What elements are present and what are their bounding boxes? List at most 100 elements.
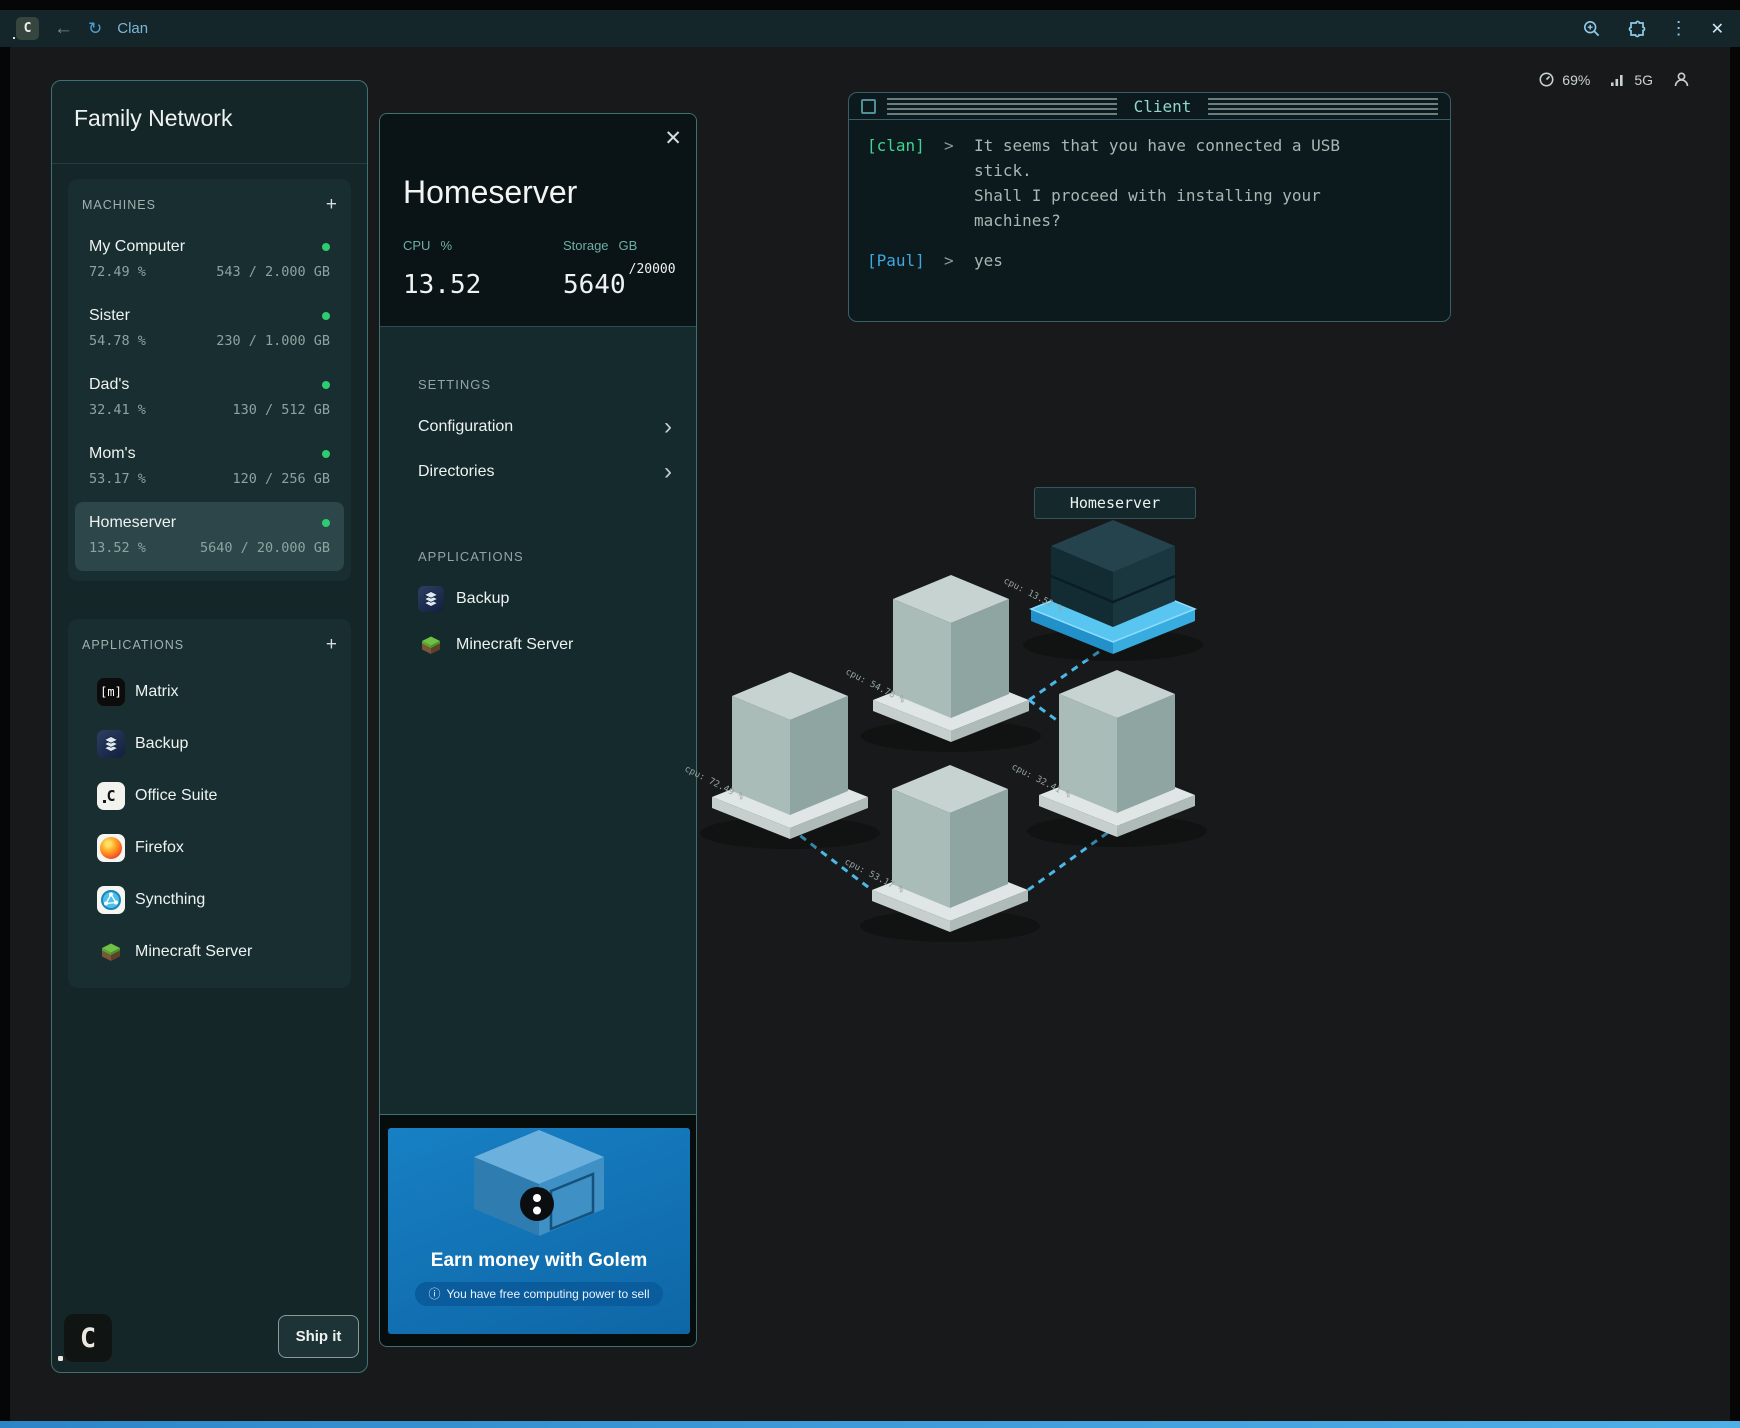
terminal-prompt <box>944 183 974 208</box>
window-close-icon[interactable]: ✕ <box>1711 19 1724 39</box>
terminal-prompt <box>944 208 974 233</box>
terminal-prompt: > <box>944 133 974 158</box>
machines-list: My Computer 72.49 % 543 / 2.000 GB Siste… <box>68 222 351 571</box>
terminal-prompt <box>944 158 974 183</box>
machine-storage: 130 / 512 GB <box>232 402 330 418</box>
machine-name: Dad's <box>89 376 129 394</box>
online-status-dot <box>322 450 330 458</box>
cpu-value: 13.52 <box>403 262 481 300</box>
window-accent-strip <box>0 1421 1740 1428</box>
detail-title: Homeserver <box>403 174 577 211</box>
signal-bars-icon <box>1610 72 1627 87</box>
machine-cpu: 53.17 % <box>89 471 146 487</box>
application-row[interactable]: [m] Matrix <box>75 666 344 718</box>
diagram-tooltip: Homeserver <box>1034 487 1196 519</box>
divider <box>52 163 367 164</box>
machine-row[interactable]: Sister 54.78 % 230 / 1.000 GB <box>75 295 344 364</box>
close-icon[interactable]: ✕ <box>664 126 682 151</box>
cpu-label: CPU <box>403 238 430 253</box>
application-row[interactable]: Syncthing <box>75 874 344 926</box>
machine-cpu: 54.78 % <box>89 333 146 349</box>
screen: C ← ↻ Clan ⋮ ✕ 69% <box>0 0 1740 1428</box>
terminal-speaker: [clan] <box>867 133 944 158</box>
settings-item-label: Configuration <box>418 418 513 436</box>
application-row[interactable]: Backup <box>75 718 344 770</box>
diagram-node-homeserver[interactable]: cpu: 13.52 % <box>1002 520 1203 661</box>
banner-container: Earn money with Golem ⓘ You have free co… <box>380 1114 696 1347</box>
menu-kebab-icon[interactable]: ⋮ <box>1670 18 1688 39</box>
banner-pill[interactable]: ⓘ You have free computing power to sell <box>415 1282 662 1306</box>
minecraft-icon <box>97 938 125 966</box>
machine-storage: 120 / 256 GB <box>232 471 330 487</box>
terminal-speaker <box>867 158 944 183</box>
storage-label: Storage <box>563 238 609 253</box>
clan-logo-icon: C <box>16 17 39 40</box>
machine-cpu: 32.41 % <box>89 402 146 418</box>
backup-icon <box>97 730 125 758</box>
banner-pill-text: You have free computing power to sell <box>447 1287 650 1301</box>
backup-icon <box>418 586 444 612</box>
network-type: 5G <box>1634 72 1653 88</box>
machine-storage: 230 / 1.000 GB <box>216 333 330 349</box>
terminal-title: Client <box>1128 97 1198 116</box>
syncthing-icon <box>97 886 125 914</box>
storage-unit: GB <box>619 238 638 253</box>
cpu-metric: CPU % 13.52 <box>403 238 481 300</box>
terminal-speaker <box>867 183 944 208</box>
terminal-titlebar: Client <box>849 93 1450 120</box>
titlebar-stripes <box>887 98 1117 115</box>
golem-safe-illustration <box>388 1128 690 1244</box>
diagram-node-moms[interactable]: cpu: 53.17 % <box>843 765 1040 942</box>
zoom-icon[interactable] <box>1582 19 1602 39</box>
machine-storage: 543 / 2.000 GB <box>216 264 330 280</box>
matrix-icon: [m] <box>97 678 125 706</box>
network-title: Family Network <box>74 105 232 132</box>
application-name: Backup <box>135 735 188 753</box>
back-icon[interactable]: ← <box>54 19 73 38</box>
machine-row[interactable]: Mom's 53.17 % 120 / 256 GB <box>75 433 344 502</box>
machine-name: Mom's <box>89 445 136 463</box>
terminal-speaker: [Paul] <box>867 248 944 273</box>
online-status-dot <box>322 381 330 389</box>
machine-cpu: 13.52 % <box>89 540 146 556</box>
applications-card: APPLICATIONS + [m] Matrix Backup C <box>68 619 351 988</box>
ship-it-button[interactable]: Ship it <box>278 1315 359 1358</box>
battery-percent: 69% <box>1562 72 1590 88</box>
firefox-icon <box>97 834 125 862</box>
diagram-node-dads[interactable]: cpu: 32.41 % <box>1010 670 1207 847</box>
terminal-text: machines? <box>974 208 1061 233</box>
applications-header: APPLICATIONS <box>82 638 184 652</box>
add-application-button[interactable]: + <box>326 635 337 654</box>
application-name: Firefox <box>135 839 184 857</box>
reload-icon[interactable]: ↻ <box>88 20 102 37</box>
status-row: 69% 5G <box>1538 71 1690 88</box>
diagram-node-sister[interactable]: cpu: 54.78 % <box>844 575 1041 752</box>
machine-name: Sister <box>89 307 130 325</box>
detail-application-name: Backup <box>456 590 509 608</box>
terminal-message: [Paul]>yes <box>867 248 1434 273</box>
terminal-speaker <box>867 208 944 233</box>
application-name: Minecraft Server <box>135 943 252 961</box>
terminal-prompt: > <box>944 248 974 273</box>
terminal-message: [clan]>It seems that you have connected … <box>867 133 1434 233</box>
extensions-puzzle-icon[interactable] <box>1625 18 1647 40</box>
family-network-panel: Family Network MACHINES + My Computer 72… <box>51 80 368 1373</box>
application-row[interactable]: Firefox <box>75 822 344 874</box>
machine-row[interactable]: My Computer 72.49 % 543 / 2.000 GB <box>75 226 344 295</box>
machines-header: MACHINES <box>82 198 156 212</box>
storage-total: /20000 <box>629 262 676 277</box>
application-row[interactable]: Minecraft Server <box>75 926 344 978</box>
application-row[interactable]: C Office Suite <box>75 770 344 822</box>
machine-row[interactable]: Homeserver 13.52 % 5640 / 20.000 GB <box>75 502 344 571</box>
user-icon <box>1673 71 1690 88</box>
cpu-unit: % <box>440 238 452 253</box>
machines-card: MACHINES + My Computer 72.49 % 543 / 2.0… <box>68 179 351 581</box>
machine-row[interactable]: Dad's 32.41 % 130 / 512 GB <box>75 364 344 433</box>
application-name: Office Suite <box>135 787 217 805</box>
add-machine-button[interactable]: + <box>326 195 337 214</box>
terminal-closebox-icon[interactable] <box>861 99 876 114</box>
online-status-dot <box>322 519 330 527</box>
online-status-dot <box>322 243 330 251</box>
golem-banner[interactable]: Earn money with Golem ⓘ You have free co… <box>388 1128 690 1334</box>
diagram-node-my-computer[interactable]: cpu: 72.49 % <box>683 672 880 849</box>
